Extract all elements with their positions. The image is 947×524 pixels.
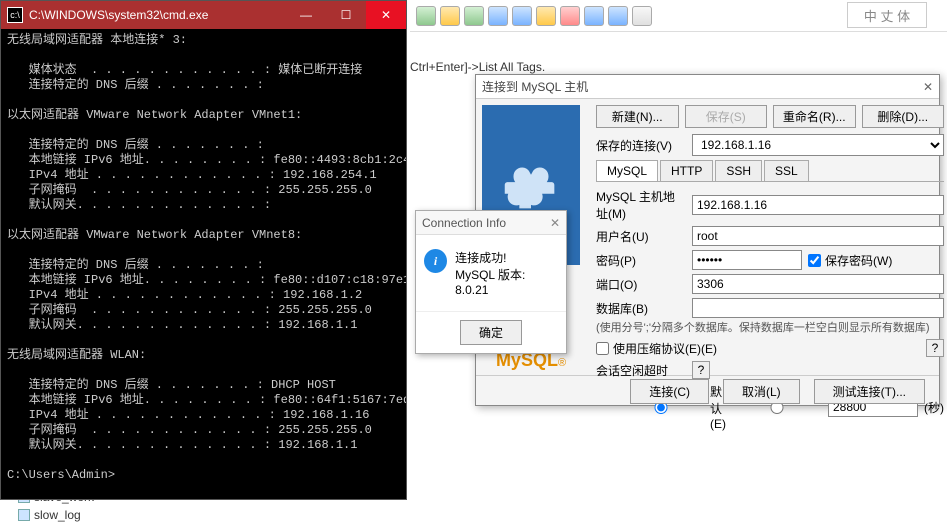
info-titlebar[interactable]: Connection Info ✕ <box>416 211 566 235</box>
save-button: 保存(S) <box>685 105 768 128</box>
toolbar-icon[interactable] <box>512 6 532 26</box>
help-button[interactable]: ? <box>692 361 710 379</box>
cancel-button[interactable]: 取消(L) <box>723 379 800 404</box>
db-label: 数据库(B) <box>596 300 686 317</box>
pwd-label: 密码(P) <box>596 252 686 269</box>
rename-button[interactable]: 重命名(R)... <box>773 105 856 128</box>
close-button[interactable]: ✕ <box>366 1 406 29</box>
info-message: 连接成功! MySQL 版本: 8.0.21 <box>455 249 558 297</box>
info-line1: 连接成功! <box>455 249 558 266</box>
idle-sec-label: (秒) <box>924 399 944 416</box>
toolbar-icon[interactable] <box>608 6 628 26</box>
user-input[interactable] <box>692 226 944 246</box>
cmd-title: C:\WINDOWS\system32\cmd.exe <box>29 8 286 22</box>
tab-ssl[interactable]: SSL <box>764 160 809 181</box>
delete-button[interactable]: 删除(D)... <box>862 105 945 128</box>
connection-info-dialog: Connection Info ✕ i 连接成功! MySQL 版本: 8.0.… <box>415 210 567 354</box>
compress-label: 使用压缩协议(E)(E) <box>613 340 717 357</box>
db-input[interactable] <box>692 298 944 318</box>
minimize-button[interactable]: — <box>286 1 326 29</box>
port-input[interactable] <box>692 274 944 294</box>
db-hint: (使用分号';'分隔多个数据库。保持数据库一栏空白则显示所有数据库) <box>596 322 944 335</box>
toolbar-icon[interactable] <box>416 6 436 26</box>
hint-text: Ctrl+Enter]->List All Tags. <box>410 60 545 74</box>
new-button[interactable]: 新建(N)... <box>596 105 679 128</box>
cmd-icon: c:\ <box>7 7 23 23</box>
host-input[interactable] <box>692 195 944 215</box>
tab-http[interactable]: HTTP <box>660 160 713 181</box>
dialog-titlebar[interactable]: 连接到 MySQL 主机 ✕ <box>476 75 939 99</box>
saved-conn-label: 保存的连接(V) <box>596 137 686 154</box>
save-pwd-checkbox[interactable] <box>808 254 821 267</box>
toolbar-icon[interactable] <box>536 6 556 26</box>
toolbar-icon[interactable] <box>632 6 652 26</box>
host-label: MySQL 主机地址(M) <box>596 188 686 222</box>
decor-box: 中 丈 体 <box>847 2 927 28</box>
compress-checkbox[interactable] <box>596 342 609 355</box>
tab-ssh[interactable]: SSH <box>715 160 762 181</box>
protocol-tabs: MySQL HTTP SSH SSL <box>596 160 944 182</box>
port-label: 端口(O) <box>596 276 686 293</box>
tree-item[interactable]: slow_log <box>10 506 100 524</box>
connection-form: 新建(N)... 保存(S) 重命名(R)... 删除(D)... 保存的连接(… <box>586 99 947 375</box>
idle-label: 会话空闲超时 <box>596 362 686 379</box>
toolbar-icon[interactable] <box>488 6 508 26</box>
toolbar-icon[interactable] <box>584 6 604 26</box>
user-label: 用户名(U) <box>596 228 686 245</box>
close-icon[interactable]: ✕ <box>923 80 933 94</box>
help-button[interactable]: ? <box>926 339 944 357</box>
toolbar-icon[interactable] <box>440 6 460 26</box>
connect-button[interactable]: 连接(C) <box>630 379 709 404</box>
table-icon <box>18 509 30 521</box>
dialog-title: 连接到 MySQL 主机 <box>482 78 588 95</box>
info-icon: i <box>424 249 447 273</box>
save-pwd-label: 保存密码(W) <box>825 252 892 269</box>
cmd-titlebar[interactable]: c:\ C:\WINDOWS\system32\cmd.exe — ☐ ✕ <box>1 1 406 29</box>
cmd-output[interactable]: 无线局域网适配器 本地连接* 3: 媒体状态 . . . . . . . . .… <box>1 29 406 487</box>
cmd-window: c:\ C:\WINDOWS\system32\cmd.exe — ☐ ✕ 无线… <box>0 0 407 500</box>
info-line2: MySQL 版本: 8.0.21 <box>455 266 558 297</box>
info-title: Connection Info <box>422 216 506 230</box>
toolbar-icon[interactable] <box>464 6 484 26</box>
pwd-input[interactable] <box>692 250 802 270</box>
tab-mysql[interactable]: MySQL <box>596 160 658 181</box>
close-icon[interactable]: ✕ <box>550 216 560 230</box>
test-connect-button[interactable]: 测试连接(T)... <box>814 379 925 404</box>
tree-item-label: slow_log <box>34 508 81 522</box>
ok-button[interactable]: 确定 <box>460 320 522 345</box>
saved-conn-select[interactable]: 192.168.1.16 <box>692 134 944 156</box>
maximize-button[interactable]: ☐ <box>326 1 366 29</box>
toolbar-icon[interactable] <box>560 6 580 26</box>
